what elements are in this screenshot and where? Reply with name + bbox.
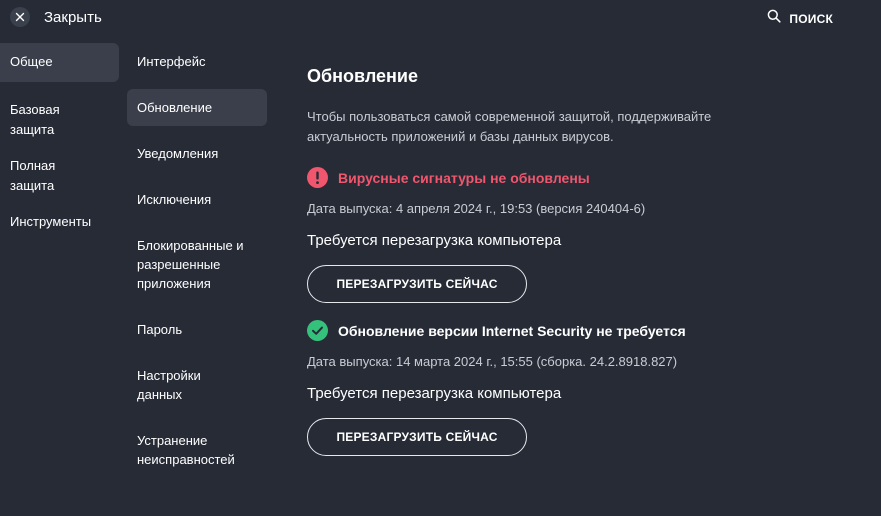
- release-date: Дата выпуска: 4 апреля 2024 г., 19:53 (в…: [307, 201, 646, 216]
- page-description: Чтобы пользоваться самой современной защ…: [307, 109, 712, 144]
- nav-item-tools[interactable]: Инструменты: [0, 202, 119, 232]
- subnav-item-troubleshooting[interactable]: Устранение неисправностей: [127, 422, 267, 478]
- search-icon[interactable]: [767, 9, 782, 28]
- restart-required-text: Требуется перезагрузка компьютера: [307, 385, 562, 402]
- subnav-item-exclusions[interactable]: Исключения: [127, 181, 267, 218]
- restart-now-button[interactable]: ПЕРЕЗАГРУЗИТЬ СЕЙЧАС: [307, 418, 527, 456]
- close-label[interactable]: Закрыть: [44, 9, 102, 26]
- subnav-item-update[interactable]: Обновление: [127, 89, 267, 126]
- status-title: Обновление версии Internet Security не т…: [338, 322, 686, 339]
- subnav-item-data-settings[interactable]: Настройки данных: [127, 357, 227, 413]
- restart-required-text: Требуется перезагрузка компьютера: [307, 232, 562, 249]
- status-row: Обновление версии Internet Security не т…: [307, 320, 827, 341]
- subnav-item-interface[interactable]: Интерфейс: [127, 43, 267, 80]
- restart-now-button[interactable]: ПЕРЕЗАГРУЗИТЬ СЕЙЧАС: [307, 265, 527, 303]
- subnav-item-blocked-allowed-apps[interactable]: Блокированные и разрешенные приложения: [127, 227, 267, 302]
- nav-item-basic-protection[interactable]: Базовая защита: [0, 90, 100, 140]
- check-icon: [307, 320, 328, 341]
- main-content: Обновление Чтобы пользоваться самой совр…: [307, 64, 827, 456]
- page-title: Обновление: [307, 66, 418, 86]
- close-icon[interactable]: [10, 7, 30, 27]
- status-title: Вирусные сигнатуры не обновлены: [338, 169, 590, 186]
- subnav-item-notifications[interactable]: Уведомления: [127, 135, 267, 172]
- secondary-nav: Интерфейс Обновление Уведомления Исключе…: [127, 43, 267, 478]
- search-label[interactable]: ПОИСК: [789, 12, 833, 26]
- search-button[interactable]: ПОИСК: [767, 9, 833, 28]
- nav-item-general[interactable]: Общее: [0, 43, 119, 82]
- virus-signatures-section: Вирусные сигнатуры не обновлены Дата вып…: [307, 167, 827, 303]
- nav-item-full-protection[interactable]: Полная защита: [0, 146, 100, 196]
- app-version-section: Обновление версии Internet Security не т…: [307, 320, 827, 456]
- top-bar: Закрыть ПОИСК: [0, 0, 881, 36]
- close-button[interactable]: Закрыть: [10, 7, 102, 27]
- status-row: Вирусные сигнатуры не обновлены: [307, 167, 827, 188]
- exclamation-icon: [307, 167, 328, 188]
- release-date: Дата выпуска: 14 марта 2024 г., 15:55 (с…: [307, 354, 678, 369]
- primary-nav: Общее Базовая защита Полная защита Инстр…: [0, 43, 119, 232]
- subnav-item-password[interactable]: Пароль: [127, 311, 267, 348]
